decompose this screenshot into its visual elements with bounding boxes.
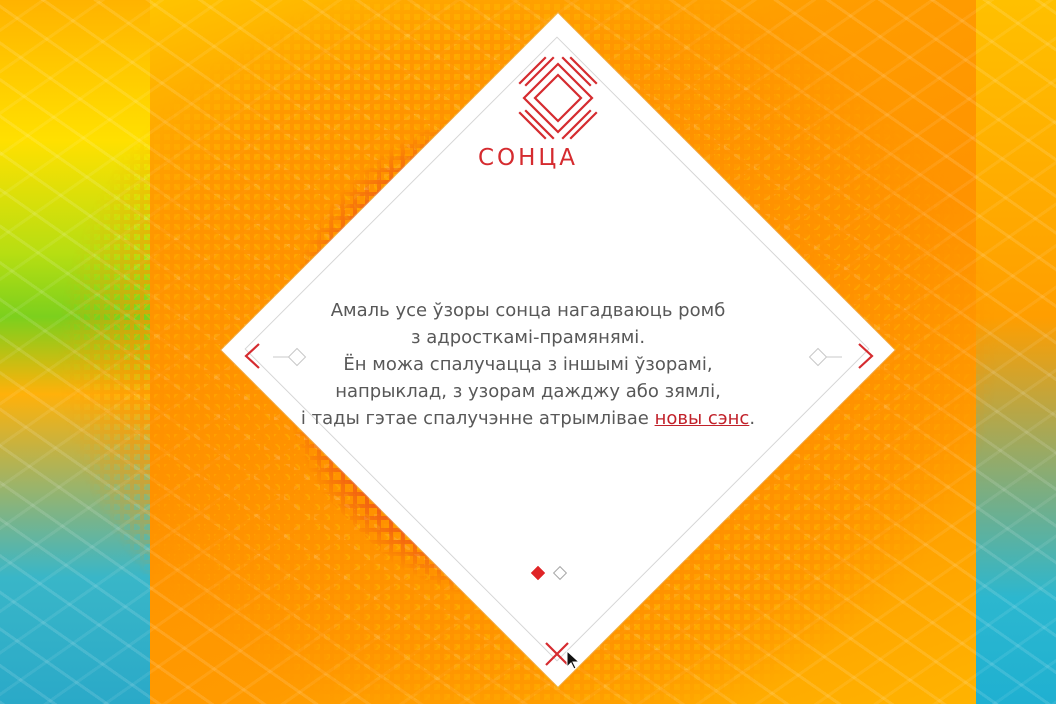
- chevron-left-icon: [244, 343, 260, 369]
- page-title: СОНЦА: [477, 145, 579, 171]
- right-ornament-icon: [808, 347, 842, 367]
- new-meaning-link[interactable]: новы сэнс: [655, 408, 750, 429]
- description-line-5-prefix: і тады гэтае спалучэнне атрымлівае: [300, 408, 655, 429]
- description-line-3: Ён можа спалучацца з іншымі ўзорамі,: [343, 354, 713, 375]
- next-button[interactable]: [850, 339, 880, 373]
- description-line-5: і тады гэтае спалучэнне атрымлівае новы …: [300, 405, 756, 432]
- left-ornament-icon: [273, 347, 307, 367]
- description-line-4: напрыклад, з узорам дажджу або зямлі,: [335, 381, 721, 402]
- description-text: Амаль усе ўзоры сонца нагадваюць ромб з …: [300, 297, 756, 432]
- previous-button[interactable]: [238, 339, 268, 373]
- description-line-5-suffix: .: [749, 408, 756, 429]
- sun-pattern-icon: [518, 56, 598, 140]
- chevron-right-icon: [858, 343, 874, 369]
- description-line-1: Амаль усе ўзоры сонца нагадваюць ромб: [330, 300, 726, 321]
- description-line-2: з адросткамі-прамянямі.: [410, 327, 646, 348]
- page-dot-2[interactable]: [552, 565, 568, 581]
- mouse-cursor-icon: [566, 650, 580, 670]
- close-icon: [545, 642, 569, 666]
- page-dot-1[interactable]: [530, 565, 546, 581]
- pagination-dots: [530, 565, 579, 581]
